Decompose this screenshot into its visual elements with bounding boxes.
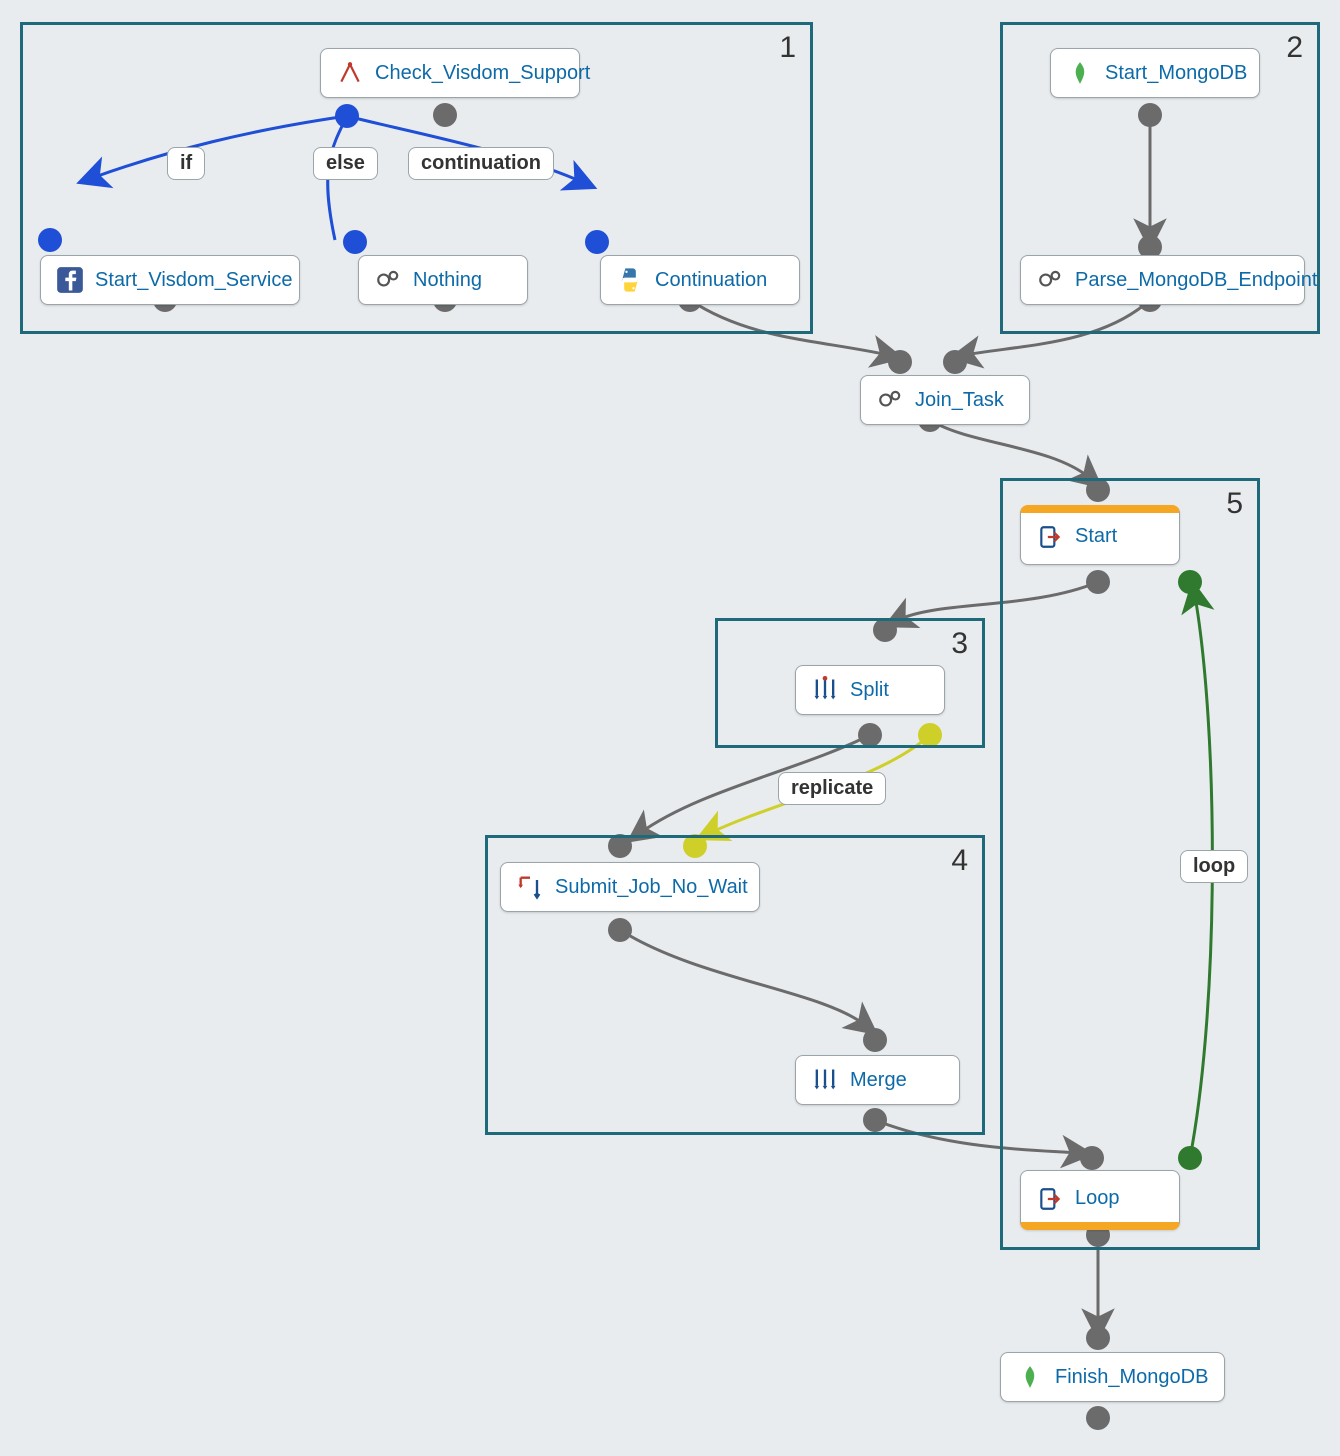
- group-3-label: 3: [951, 627, 968, 661]
- gears-icon: [373, 265, 403, 295]
- node-label: Start_Visdom_Service: [95, 269, 293, 292]
- page-enter-icon: [1035, 1184, 1065, 1214]
- node-label: Check_Visdom_Support: [375, 62, 590, 85]
- gears-icon: [1035, 265, 1065, 295]
- node-join-task[interactable]: Join_Task: [860, 375, 1030, 425]
- node-start-mongodb[interactable]: Start_MongoDB: [1050, 48, 1260, 98]
- badge-if: if: [167, 147, 205, 180]
- badge-replicate: replicate: [778, 772, 886, 805]
- mongodb-icon: [1065, 58, 1095, 88]
- node-start[interactable]: Start: [1020, 505, 1180, 565]
- mongodb-icon: [1015, 1362, 1045, 1392]
- submit-icon: [515, 872, 545, 902]
- node-label: Nothing: [413, 269, 482, 292]
- badge-else: else: [313, 147, 378, 180]
- node-label: Continuation: [655, 269, 767, 292]
- page-enter-icon: [1035, 522, 1065, 552]
- node-loop[interactable]: Loop: [1020, 1170, 1180, 1230]
- group-4-label: 4: [951, 844, 968, 878]
- node-label: Merge: [850, 1069, 907, 1092]
- node-label: Loop: [1075, 1187, 1120, 1210]
- node-label: Parse_MongoDB_Endpoint: [1075, 269, 1317, 292]
- node-label: Join_Task: [915, 389, 1004, 412]
- python-icon: [615, 265, 645, 295]
- node-parse-mongodb-endpoint[interactable]: Parse_MongoDB_Endpoint: [1020, 255, 1305, 305]
- gears-icon: [875, 385, 905, 415]
- merge-arrows-icon: [810, 1065, 840, 1095]
- node-submit-job-no-wait[interactable]: Submit_Job_No_Wait: [500, 862, 760, 912]
- node-label: Submit_Job_No_Wait: [555, 876, 748, 899]
- group-5-label: 5: [1226, 487, 1243, 521]
- badge-loop: loop: [1180, 850, 1248, 883]
- group-1-label: 1: [779, 31, 796, 65]
- node-merge[interactable]: Merge: [795, 1055, 960, 1105]
- node-label: Split: [850, 679, 889, 702]
- node-label: Start_MongoDB: [1105, 62, 1247, 85]
- split-arrows-icon: [810, 675, 840, 705]
- badge-continuation: continuation: [408, 147, 554, 180]
- group-2-label: 2: [1286, 31, 1303, 65]
- node-label: Finish_MongoDB: [1055, 1366, 1208, 1389]
- branch-icon: [335, 58, 365, 88]
- node-check-visdom-support[interactable]: Check_Visdom_Support: [320, 48, 580, 98]
- facebook-icon: [55, 265, 85, 295]
- node-continuation[interactable]: Continuation: [600, 255, 800, 305]
- node-finish-mongodb[interactable]: Finish_MongoDB: [1000, 1352, 1225, 1402]
- node-nothing[interactable]: Nothing: [358, 255, 528, 305]
- node-split[interactable]: Split: [795, 665, 945, 715]
- node-label: Start: [1075, 525, 1117, 548]
- node-start-visdom-service[interactable]: Start_Visdom_Service: [40, 255, 300, 305]
